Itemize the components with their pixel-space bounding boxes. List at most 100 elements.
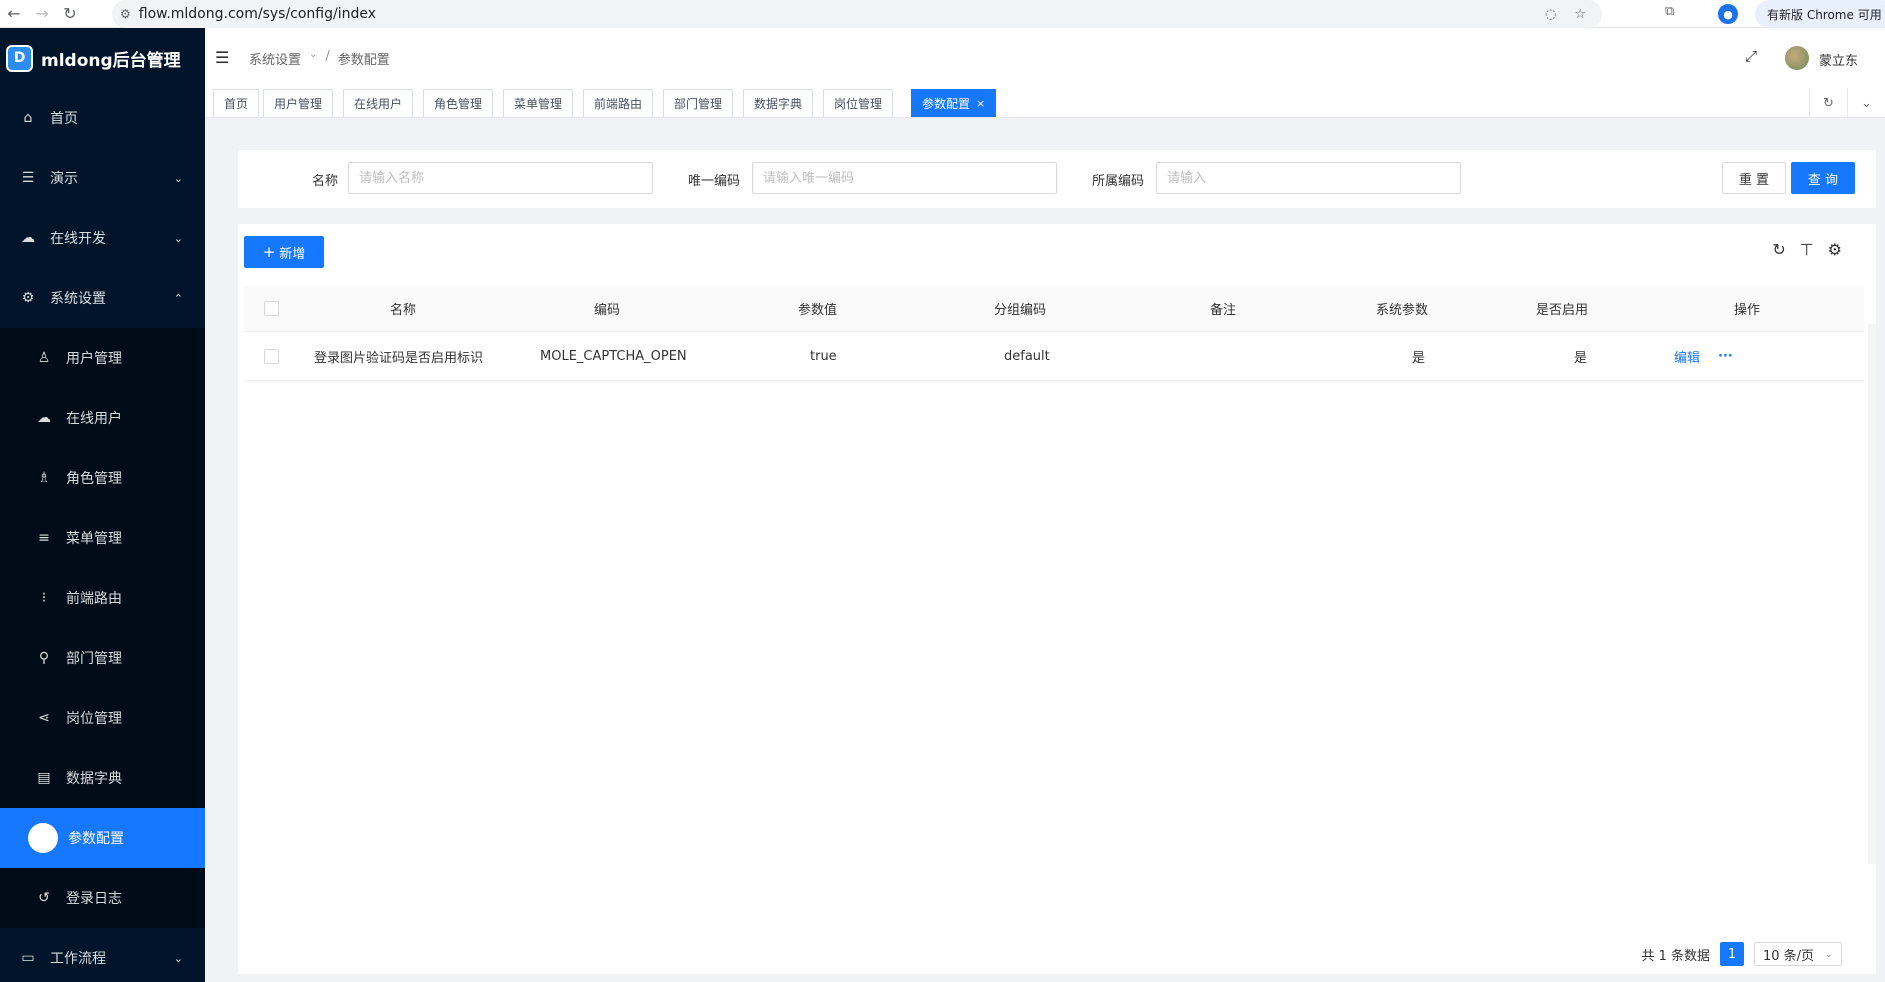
more-actions-icon[interactable]: ··· bbox=[1718, 332, 1733, 380]
row-checkbox[interactable] bbox=[264, 332, 279, 380]
tab-online-users[interactable]: 在线用户 bbox=[343, 89, 414, 117]
tab-roles[interactable]: 角色管理 bbox=[423, 89, 494, 117]
tab-label: 数据字典 bbox=[754, 97, 803, 111]
share-icon: ⋖ bbox=[38, 710, 50, 726]
edit-link[interactable]: 编辑 bbox=[1674, 332, 1700, 380]
refresh-icon[interactable]: ↻ bbox=[1809, 88, 1847, 118]
query-button-label: 查 询 bbox=[1807, 172, 1839, 188]
sidebar-item-label: 登录日志 bbox=[66, 891, 122, 907]
vertical-scrollbar[interactable] bbox=[1868, 324, 1876, 864]
eye-off-icon[interactable]: ◌ bbox=[1545, 7, 1556, 22]
tab-label: 参数配置 bbox=[922, 97, 971, 111]
close-icon[interactable]: × bbox=[976, 97, 985, 110]
sidebar-item-label: 菜单管理 bbox=[66, 531, 122, 547]
sidebar-item-posts[interactable]: ⋖ 岗位管理 bbox=[0, 688, 205, 748]
site-info-icon[interactable]: ⚙ bbox=[120, 7, 131, 21]
chrome-update-button[interactable]: 有新版 Chrome 可用 bbox=[1755, 0, 1885, 28]
sidebar-item-label: 工作流程 bbox=[50, 951, 106, 967]
logo[interactable]: D mldong后台管理 bbox=[0, 28, 205, 88]
tab-label: 在线用户 bbox=[354, 97, 403, 111]
sidebar-item-label: 演示 bbox=[50, 171, 78, 187]
tab-departments[interactable]: 部门管理 bbox=[663, 89, 734, 117]
sidebar-item-system-settings[interactable]: ⚙ 系统设置 ⌃ bbox=[0, 268, 205, 328]
tabs-bar: 首页 用户管理 在线用户 角色管理 菜单管理 前端路由 部门管理 数据字典 岗位… bbox=[205, 88, 1885, 118]
list-icon: ☰ bbox=[21, 170, 35, 186]
column-height-icon[interactable]: ⊤ bbox=[1800, 240, 1814, 259]
tab-label: 岗位管理 bbox=[834, 97, 883, 111]
sidebar-item-dictionary[interactable]: ▤ 数据字典 bbox=[0, 748, 205, 808]
tab-label: 菜单管理 bbox=[514, 97, 563, 111]
sidebar-item-label: 参数配置 bbox=[68, 831, 124, 847]
sidebar-item-label: 首页 bbox=[50, 111, 78, 127]
sidebar: D mldong后台管理 ⌂ 首页 ☰ 演示 ⌄ ☁ 在线开发 ⌄ ⚙ 系统设置… bbox=[0, 28, 205, 982]
sidebar-item-departments[interactable]: ⚲ 部门管理 bbox=[0, 628, 205, 688]
forward-icon[interactable]: → bbox=[28, 0, 56, 28]
refresh-icon[interactable]: ↻ bbox=[1772, 240, 1785, 259]
circle-icon bbox=[28, 823, 58, 853]
tab-menus[interactable]: 菜单管理 bbox=[503, 89, 574, 117]
sidebar-item-workflow[interactable]: ▭ 工作流程 ⌄ bbox=[0, 928, 205, 982]
sidebar-item-roles[interactable]: ♗ 角色管理 bbox=[0, 448, 205, 508]
breadcrumb-parent[interactable]: 系统设置 bbox=[249, 49, 301, 68]
add-button[interactable]: + 新增 bbox=[244, 236, 324, 268]
bookmark-star-icon[interactable]: ☆ bbox=[1574, 7, 1586, 22]
gear-icon: ⚙ bbox=[21, 290, 35, 306]
name-label: 名称 bbox=[312, 174, 339, 189]
pagination: 共 1 条数据 1 10 条/页 ⌄ bbox=[1641, 942, 1842, 966]
select-all-checkbox[interactable] bbox=[264, 286, 279, 331]
group-input[interactable] bbox=[1156, 162, 1461, 194]
query-button[interactable]: 查 询 bbox=[1791, 162, 1855, 194]
menu-fold-icon[interactable]: ☰ bbox=[215, 48, 229, 67]
sidebar-item-label: 部门管理 bbox=[66, 651, 122, 667]
column-header: 操作 bbox=[1734, 303, 1761, 318]
gear-icon[interactable]: ⚙ bbox=[1828, 240, 1842, 259]
sidebar-item-routes[interactable]: ⁝ 前端路由 bbox=[0, 568, 205, 628]
column-header: 分组编码 bbox=[994, 303, 1047, 318]
chevron-down-icon[interactable]: ⌄ bbox=[1847, 88, 1885, 118]
sidebar-item-demo[interactable]: ☰ 演示 ⌄ bbox=[0, 148, 205, 208]
tab-label: 部门管理 bbox=[674, 97, 723, 111]
sidebar-item-menus[interactable]: ≡ 菜单管理 bbox=[0, 508, 205, 568]
reload-icon[interactable]: ↻ bbox=[56, 0, 84, 28]
sidebar-item-online-dev[interactable]: ☁ 在线开发 ⌄ bbox=[0, 208, 205, 268]
sidebar-item-online-users[interactable]: ☁ 在线用户 bbox=[0, 388, 205, 448]
extensions-icon[interactable]: ⧉ bbox=[1665, 4, 1674, 19]
cell-code: MOLE_CAPTCHA_OPEN bbox=[540, 348, 687, 364]
column-header: 名称 bbox=[390, 303, 417, 318]
tab-users[interactable]: 用户管理 bbox=[263, 89, 334, 117]
plus-icon: + bbox=[262, 243, 276, 261]
name-input[interactable] bbox=[348, 162, 653, 194]
menu-icon: ≡ bbox=[38, 530, 50, 546]
history-icon: ↺ bbox=[38, 890, 50, 906]
sidebar-item-login-log[interactable]: ↺ 登录日志 bbox=[0, 868, 205, 928]
sidebar-item-config[interactable]: 参数配置 bbox=[0, 808, 205, 868]
app-title: mldong后台管理 bbox=[41, 50, 181, 71]
code-input[interactable] bbox=[752, 162, 1057, 194]
tab-routes[interactable]: 前端路由 bbox=[583, 89, 654, 117]
tab-dictionary[interactable]: 数据字典 bbox=[743, 89, 814, 117]
cell-system: 是 bbox=[1412, 350, 1426, 366]
tab-config[interactable]: 参数配置 × bbox=[911, 89, 997, 117]
cloud-icon: ☁ bbox=[21, 230, 35, 246]
tab-posts[interactable]: 岗位管理 bbox=[823, 89, 894, 117]
cell-enabled: 是 bbox=[1574, 350, 1588, 366]
sidebar-item-label: 前端路由 bbox=[66, 591, 122, 607]
username[interactable]: 蒙立东 bbox=[1819, 50, 1858, 69]
sidebar-item-users[interactable]: ♙ 用户管理 bbox=[0, 328, 205, 388]
page-size-select[interactable]: 10 条/页 ⌄ bbox=[1754, 942, 1842, 966]
laptop-icon: ▭ bbox=[21, 950, 35, 966]
column-header: 是否启用 bbox=[1536, 303, 1589, 318]
avatar[interactable] bbox=[1785, 46, 1809, 70]
back-icon[interactable]: ← bbox=[0, 0, 28, 28]
search-form: 名称 唯一编码 所属编码 重 置 查 询 bbox=[238, 150, 1876, 208]
column-header: 编码 bbox=[594, 303, 621, 318]
reset-button[interactable]: 重 置 bbox=[1722, 162, 1786, 194]
tab-label: 角色管理 bbox=[434, 97, 483, 111]
cell-name: 登录图片验证码是否启用标识 bbox=[314, 350, 484, 366]
sidebar-item-home[interactable]: ⌂ 首页 bbox=[0, 88, 205, 148]
fullscreen-icon[interactable]: ⤢ bbox=[1745, 47, 1757, 65]
profile-icon[interactable]: ● bbox=[1718, 4, 1738, 24]
address-bar[interactable]: ⚙ flow.mldong.com/sys/config/index ◌ ☆ bbox=[112, 0, 1602, 28]
page-number-button[interactable]: 1 bbox=[1720, 942, 1744, 966]
tab-home[interactable]: 首页 bbox=[213, 89, 260, 117]
